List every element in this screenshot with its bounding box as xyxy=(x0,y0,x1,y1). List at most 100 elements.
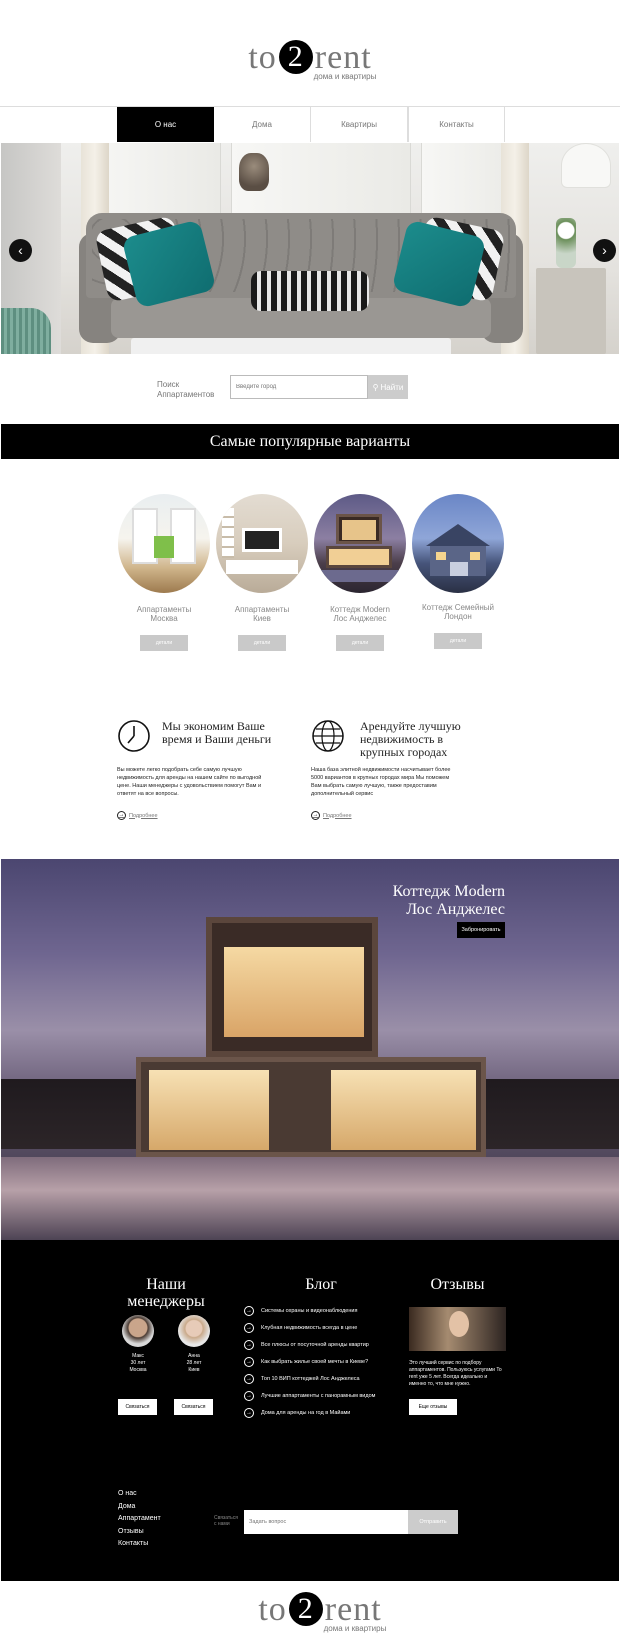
blog-item[interactable]: → Дома для аренды на год в Майами xyxy=(244,1408,350,1418)
coffee-table xyxy=(131,338,451,354)
blog-title: Блог xyxy=(305,1276,337,1293)
footer-nav-about[interactable]: О нас xyxy=(118,1488,137,1501)
feature-title: Арендуйте лучшую недвижимость в крупных … xyxy=(360,719,461,759)
more-reviews-button[interactable]: Еще отзывы xyxy=(409,1399,457,1415)
feature-more-link[interactable]: → Подробнее xyxy=(311,811,352,820)
logo-text-right: rent xyxy=(324,1591,382,1628)
property-title: Коттедж Modern Лос Анджелес xyxy=(330,605,390,623)
dark-footer: Наши менеджеры Макс 30 лет Москва Анна 28… xyxy=(1,1240,619,1581)
feature-more-link[interactable]: → Подробнее xyxy=(117,811,158,820)
search-label-line1: Поиск xyxy=(157,380,180,389)
feature-text: Вы можете легко подобрать себе самую луч… xyxy=(117,767,262,797)
details-button[interactable]: детали xyxy=(140,635,188,651)
search-button-label: Найти xyxy=(380,382,404,392)
question-input[interactable] xyxy=(244,1510,408,1534)
pillow-lumbar xyxy=(251,271,369,311)
slider-next-button[interactable]: › xyxy=(593,239,616,262)
arrow-right-icon: → xyxy=(117,811,126,820)
book-button[interactable]: Забронировать xyxy=(457,922,505,938)
footer-nav-reviews[interactable]: Отзывы xyxy=(118,1526,144,1539)
clock-icon xyxy=(118,720,150,752)
blog-item[interactable]: → Клубная недвижимость всегда в цене xyxy=(244,1323,357,1333)
manager-city: Киев xyxy=(188,1367,200,1373)
showcase-title: Коттедж Modern Лос Анджелес xyxy=(392,883,505,918)
pool-reflection xyxy=(1,1157,619,1240)
footer-nav-houses[interactable]: Дома xyxy=(118,1501,135,1514)
property-image[interactable] xyxy=(118,494,210,593)
search-label: Поиск Аппартаментов xyxy=(157,380,214,400)
reviewer-photo xyxy=(409,1307,506,1351)
manager-name: Макс xyxy=(132,1353,144,1359)
logo-tagline: дома и квартиры xyxy=(323,1624,387,1633)
logo-circle: 2 xyxy=(288,1592,323,1626)
managers-title: Наши менеджеры xyxy=(127,1276,205,1310)
manager-card: Макс 30 лет Москва xyxy=(118,1315,158,1374)
search-icon: ⚲ xyxy=(372,382,379,392)
manager-age: 28 лет xyxy=(186,1360,202,1366)
contact-manager-button[interactable]: Связаться xyxy=(174,1399,213,1415)
search-input[interactable] xyxy=(230,375,368,399)
logo-tagline: дома и квартиры xyxy=(313,72,377,81)
property-card: Аппартаменты Киев детали xyxy=(216,494,308,651)
house-upper xyxy=(206,917,378,1057)
header-logo[interactable]: to 2 rent дома и квартиры xyxy=(0,38,620,81)
arrow-right-icon: → xyxy=(244,1391,254,1401)
nav-item-contacts[interactable]: Контакты xyxy=(408,107,505,142)
manager-card: Анна 28 лет Киев xyxy=(174,1315,214,1374)
property-image[interactable] xyxy=(314,494,406,593)
property-card: Аппартаменты Москва детали xyxy=(118,494,210,651)
blog-item[interactable]: → Системы охраны и видеонаблюдения xyxy=(244,1306,357,1316)
property-image[interactable] xyxy=(216,494,308,593)
slider-prev-button[interactable]: ‹ xyxy=(9,239,32,262)
arrow-right-icon: → xyxy=(244,1306,254,1316)
blog-item[interactable]: → Топ 10 ВИП коттеджей Лос Анджелеса xyxy=(244,1374,360,1384)
arrow-right-icon: → xyxy=(311,811,320,820)
property-title: Коттедж Семейный Лондон xyxy=(422,603,494,621)
feature-text: Наша база элитной недвижимости насчитыва… xyxy=(311,767,451,797)
search-button[interactable]: ⚲ Найти xyxy=(368,375,408,399)
hero-slider: ‹ › xyxy=(1,143,619,354)
arrow-right-icon: → xyxy=(244,1374,254,1384)
contact-manager-button[interactable]: Связаться xyxy=(118,1399,157,1415)
popular-section-title: Самые популярные варианты xyxy=(1,424,619,459)
nav-item-apartments[interactable]: Квартиры xyxy=(311,107,408,142)
nav-item-about[interactable]: О нас xyxy=(117,107,214,142)
logo-text-left: to xyxy=(248,39,277,76)
logo-text-left: to xyxy=(258,1591,287,1628)
feature-title: Мы экономим Ваше время и Ваши деньги xyxy=(162,719,272,746)
throw-blanket xyxy=(1,308,51,354)
house-lower xyxy=(136,1057,486,1157)
avatar xyxy=(178,1315,210,1347)
blog-item[interactable]: → Как выбрать жилье своей мечты в Киеве? xyxy=(244,1357,368,1367)
manager-city: Москва xyxy=(129,1367,147,1373)
details-button[interactable]: детали xyxy=(434,633,482,649)
details-button[interactable]: детали xyxy=(238,635,286,651)
details-button[interactable]: детали xyxy=(336,635,384,651)
globe-icon xyxy=(312,720,344,752)
property-title: Аппартаменты Киев xyxy=(234,605,290,623)
property-card: Коттедж Modern Лос Анджелес детали xyxy=(314,494,406,651)
property-title: Аппартаменты Москва xyxy=(136,605,192,623)
logo-circle: 2 xyxy=(278,40,313,74)
nav-item-houses[interactable]: Дома xyxy=(214,107,311,142)
feature-more-label: Подробнее xyxy=(323,812,352,819)
logo-text-right: rent xyxy=(314,39,372,76)
blog-item[interactable]: → Все плюсы от посуточной аренды квартир xyxy=(244,1340,369,1350)
feature-more-label: Подробнее xyxy=(129,812,158,819)
blog-item-label: Дома для аренды на год в Майами xyxy=(261,1410,351,1416)
blog-item[interactable]: → Лучшие аппартаменты с панорамным видом xyxy=(244,1391,375,1401)
property-image[interactable] xyxy=(412,494,504,593)
flower-vase xyxy=(556,218,576,268)
property-card: Коттедж Семейный Лондон детали xyxy=(412,494,504,649)
lamp-image xyxy=(561,143,611,188)
manager-age: 30 лет xyxy=(130,1360,146,1366)
footer-logo[interactable]: to 2 rent дома и квартиры xyxy=(10,1590,620,1633)
footer-nav-apartments[interactable]: Аппартамент xyxy=(118,1513,161,1526)
manager-name: Анна xyxy=(188,1353,200,1359)
blog-item-label: Клубная недвижимость всегда в цене xyxy=(261,1325,358,1331)
send-button[interactable]: Отправить xyxy=(408,1510,458,1534)
contact-label: Связаться с нами xyxy=(214,1515,238,1527)
blog-item-label: Системы охраны и видеонаблюдения xyxy=(261,1308,358,1314)
footer-nav-contacts[interactable]: Контакты xyxy=(118,1538,148,1551)
arrow-right-icon: → xyxy=(244,1323,254,1333)
